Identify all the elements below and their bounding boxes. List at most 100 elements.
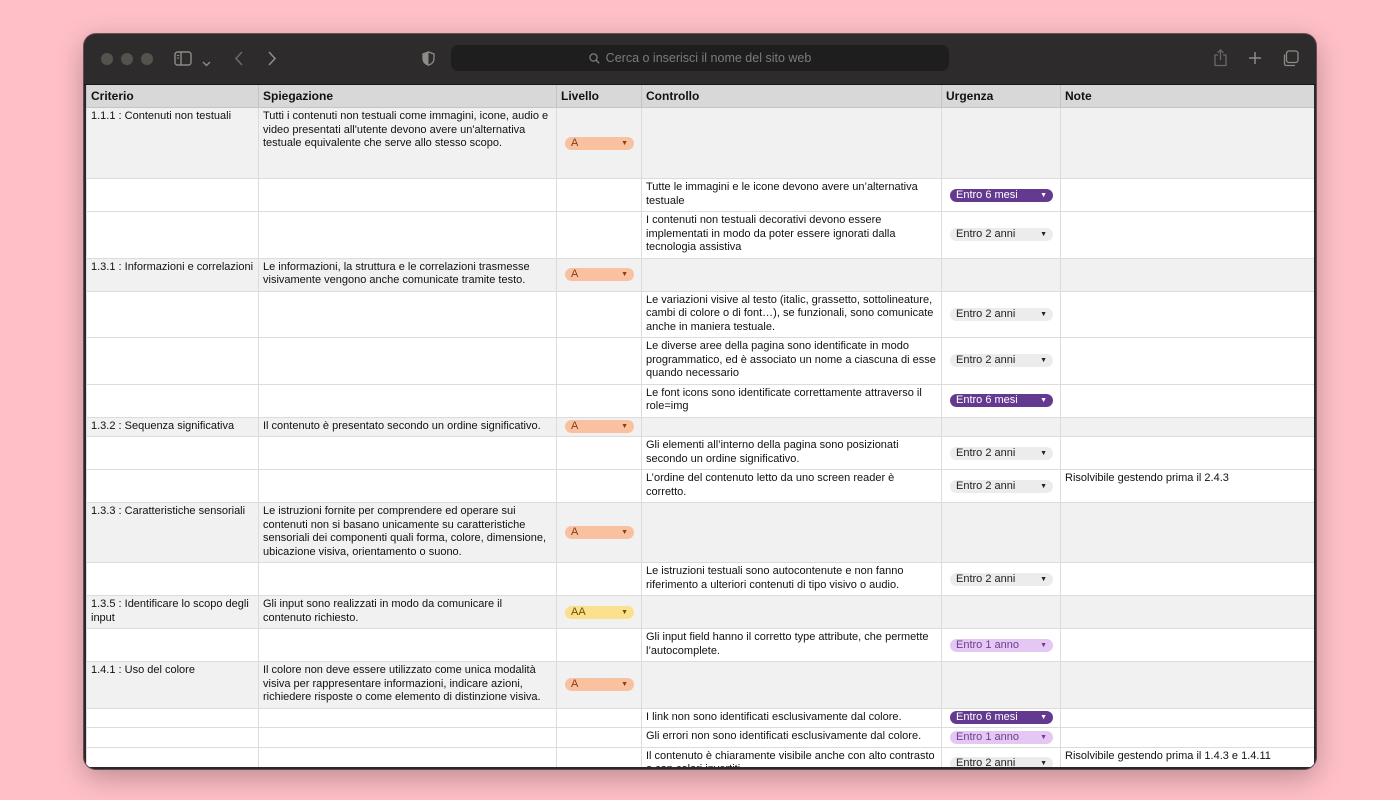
criterio-cell[interactable] xyxy=(86,290,259,338)
controllo-cell[interactable] xyxy=(641,661,942,709)
criterio-cell[interactable]: 1.4.1 : Uso del colore xyxy=(86,661,259,709)
spiegazione-cell[interactable] xyxy=(258,628,557,662)
urgenza-cell[interactable] xyxy=(941,416,1061,437)
note-cell[interactable] xyxy=(1060,502,1314,563)
livello-cell[interactable]: A ▼ xyxy=(556,416,642,437)
urgency-dropdown[interactable]: Entro 6 mesi ▼ xyxy=(950,188,1053,202)
spiegazione-cell[interactable]: Il colore non deve essere utilizzato com… xyxy=(258,661,557,709)
livello-cell[interactable] xyxy=(556,746,642,767)
level-dropdown[interactable]: AA ▼ xyxy=(565,605,634,619)
controllo-cell[interactable] xyxy=(641,257,942,292)
criterio-cell[interactable]: 1.3.1 : Informazioni e correlazioni xyxy=(86,257,259,292)
chevron-right-icon[interactable] xyxy=(267,51,277,70)
urgenza-cell[interactable] xyxy=(941,502,1061,563)
livello-cell[interactable]: A ▼ xyxy=(556,502,642,563)
livello-cell[interactable] xyxy=(556,469,642,503)
livello-cell[interactable] xyxy=(556,562,642,596)
criterio-cell[interactable] xyxy=(86,562,259,596)
note-cell[interactable]: Risolvibile gestendo prima il 1.4.3 e 1.… xyxy=(1060,746,1314,767)
spiegazione-cell[interactable] xyxy=(258,211,557,259)
close-window-button[interactable] xyxy=(101,53,113,65)
livello-cell[interactable] xyxy=(556,727,642,748)
spiegazione-cell[interactable] xyxy=(258,436,557,470)
livello-cell[interactable]: AA ▼ xyxy=(556,595,642,629)
shield-icon[interactable] xyxy=(422,51,435,70)
share-icon[interactable] xyxy=(1213,49,1228,71)
spiegazione-cell[interactable] xyxy=(258,707,557,728)
spiegazione-cell[interactable]: Gli input sono realizzati in modo da com… xyxy=(258,595,557,629)
sidebar-icon[interactable] xyxy=(174,51,192,70)
urgency-dropdown[interactable]: Entro 6 mesi ▼ xyxy=(950,394,1053,407)
note-cell[interactable] xyxy=(1060,257,1314,292)
note-cell[interactable] xyxy=(1060,337,1314,385)
urgenza-cell[interactable]: Entro 2 anni ▼ xyxy=(941,562,1061,596)
urgenza-cell[interactable]: Entro 2 anni ▼ xyxy=(941,211,1061,259)
urgency-dropdown[interactable]: Entro 2 anni ▼ xyxy=(950,446,1053,460)
controllo-cell[interactable] xyxy=(641,416,942,437)
note-cell[interactable] xyxy=(1060,416,1314,437)
livello-cell[interactable]: A ▼ xyxy=(556,257,642,292)
controllo-cell[interactable]: Le diverse aree della pagina sono identi… xyxy=(641,337,942,385)
note-cell[interactable] xyxy=(1060,107,1314,179)
spiegazione-cell[interactable] xyxy=(258,383,557,418)
livello-cell[interactable] xyxy=(556,628,642,662)
urgenza-cell[interactable]: Entro 1 anno ▼ xyxy=(941,628,1061,662)
criterio-cell[interactable] xyxy=(86,337,259,385)
criterio-cell[interactable] xyxy=(86,383,259,418)
spiegazione-cell[interactable]: Tutti i contenuti non testuali come imma… xyxy=(258,107,557,179)
column-header-spiegazione[interactable]: Spiegazione xyxy=(258,85,557,108)
urgenza-cell[interactable] xyxy=(941,595,1061,629)
note-cell[interactable]: Risolvibile gestendo prima il 2.4.3 xyxy=(1060,469,1314,503)
livello-cell[interactable] xyxy=(556,211,642,259)
column-header-livello[interactable]: Livello xyxy=(556,85,642,108)
livello-cell[interactable]: A ▼ xyxy=(556,107,642,179)
urgenza-cell[interactable]: Entro 6 mesi ▼ xyxy=(941,178,1061,212)
address-bar[interactable]: Cerca o inserisci il nome del sito web xyxy=(451,45,949,71)
spiegazione-cell[interactable] xyxy=(258,562,557,596)
spiegazione-cell[interactable] xyxy=(258,337,557,385)
spiegazione-cell[interactable]: Il contenuto è presentato secondo un ord… xyxy=(258,416,557,437)
note-cell[interactable] xyxy=(1060,727,1314,748)
level-dropdown[interactable]: A ▼ xyxy=(565,678,634,692)
note-cell[interactable] xyxy=(1060,383,1314,418)
level-dropdown[interactable]: A ▼ xyxy=(565,526,634,539)
column-header-urgenza[interactable]: Urgenza xyxy=(941,85,1061,108)
controllo-cell[interactable]: Il contenuto è chiaramente visibile anch… xyxy=(641,746,942,767)
urgency-dropdown[interactable]: Entro 6 mesi ▼ xyxy=(950,711,1053,725)
level-dropdown[interactable]: A ▼ xyxy=(565,268,634,281)
chevron-down-icon[interactable] xyxy=(202,55,211,71)
urgenza-cell[interactable] xyxy=(941,107,1061,179)
controllo-cell[interactable]: L’ordine del contenuto letto da uno scre… xyxy=(641,469,942,503)
note-cell[interactable] xyxy=(1060,562,1314,596)
controllo-cell[interactable]: Le font icons sono identificate corretta… xyxy=(641,383,942,418)
urgenza-cell[interactable]: Entro 2 anni ▼ xyxy=(941,746,1061,767)
criterio-cell[interactable] xyxy=(86,746,259,767)
criterio-cell[interactable]: 1.3.3 : Caratteristiche sensoriali xyxy=(86,502,259,563)
urgenza-cell[interactable]: Entro 2 anni ▼ xyxy=(941,469,1061,503)
criterio-cell[interactable] xyxy=(86,211,259,259)
chevron-left-icon[interactable] xyxy=(234,51,244,70)
spiegazione-cell[interactable] xyxy=(258,469,557,503)
urgency-dropdown[interactable]: Entro 1 anno ▼ xyxy=(950,638,1053,652)
controllo-cell[interactable]: I link non sono identificati esclusivame… xyxy=(641,707,942,728)
controllo-cell[interactable]: Tutte le immagini e le icone devono aver… xyxy=(641,178,942,212)
urgenza-cell[interactable]: Entro 2 anni ▼ xyxy=(941,436,1061,470)
note-cell[interactable] xyxy=(1060,595,1314,629)
note-cell[interactable] xyxy=(1060,628,1314,662)
urgenza-cell[interactable]: Entro 2 anni ▼ xyxy=(941,337,1061,385)
controllo-cell[interactable]: Gli errori non sono identificati esclusi… xyxy=(641,727,942,748)
plus-icon[interactable] xyxy=(1248,51,1262,69)
spiegazione-cell[interactable] xyxy=(258,178,557,212)
criterio-cell[interactable] xyxy=(86,727,259,748)
urgency-dropdown[interactable]: Entro 2 anni ▼ xyxy=(950,572,1053,586)
controllo-cell[interactable] xyxy=(641,595,942,629)
column-header-note[interactable]: Note xyxy=(1060,85,1314,108)
spiegazione-cell[interactable]: Le istruzioni fornite per comprendere ed… xyxy=(258,502,557,563)
column-header-controllo[interactable]: Controllo xyxy=(641,85,942,108)
criterio-cell[interactable]: 1.1.1 : Contenuti non testuali xyxy=(86,107,259,179)
livello-cell[interactable]: A ▼ xyxy=(556,661,642,709)
criterio-cell[interactable]: 1.3.5 : Identificare lo scopo degli inpu… xyxy=(86,595,259,629)
controllo-cell[interactable]: Le istruzioni testuali sono autocontenut… xyxy=(641,562,942,596)
spiegazione-cell[interactable]: Le informazioni, la struttura e le corre… xyxy=(258,257,557,292)
livello-cell[interactable] xyxy=(556,178,642,212)
